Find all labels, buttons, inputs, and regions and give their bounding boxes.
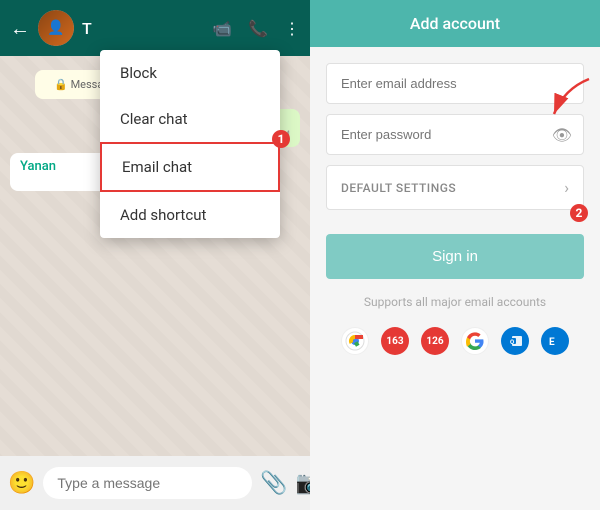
attachment-icon[interactable]: 📎 <box>260 471 287 496</box>
menu-item-clear-chat[interactable]: Clear chat <box>100 96 280 142</box>
settings-chevron-icon: › <box>564 178 569 197</box>
contact-name: T <box>82 19 204 38</box>
show-password-icon[interactable]: 👁 <box>552 125 572 144</box>
password-input[interactable] <box>326 114 584 155</box>
add-account-title: Add account <box>410 14 500 33</box>
chat-panel: ← 👤 T 📹 📞 ⋮ Block Clear chat Email chat … <box>0 0 310 510</box>
emoji-icon[interactable]: 🙂 <box>8 471 35 496</box>
settings-label: DEFAULT SETTINGS <box>341 181 456 195</box>
sign-in-button[interactable]: Sign in <box>326 234 584 279</box>
provider-163-icon: 163 <box>381 327 409 355</box>
menu-item-email-chat[interactable]: Email chat <box>100 142 280 192</box>
password-wrapper: 👁 <box>326 114 584 155</box>
header-icons: 📹 📞 ⋮ <box>212 19 300 38</box>
provider-chrome-icon <box>341 327 369 355</box>
default-settings-row[interactable]: DEFAULT SETTINGS › <box>326 165 584 210</box>
more-icon[interactable]: ⋮ <box>284 19 300 38</box>
video-call-icon[interactable]: 📹 <box>212 19 232 38</box>
message-input[interactable] <box>43 467 252 499</box>
chat-bottom-bar: 🙂 📎 📷 🎤 <box>0 456 310 510</box>
svg-text:O: O <box>510 339 514 346</box>
provider-outlook-icon: O <box>501 327 529 355</box>
call-icon[interactable]: 📞 <box>248 19 268 38</box>
svg-text:E: E <box>549 337 555 348</box>
provider-google-icon <box>461 327 489 355</box>
right-content: 👁 DEFAULT SETTINGS › 2 Sign in Supports … <box>310 47 600 510</box>
context-menu: Block Clear chat Email chat Add shortcut <box>100 50 280 238</box>
back-button[interactable]: ← <box>10 16 30 41</box>
provider-exchange-icon: E <box>541 327 569 355</box>
menu-item-block[interactable]: Block <box>100 50 280 96</box>
email-providers: 163 126 O <box>326 327 584 355</box>
menu-item-add-shortcut[interactable]: Add shortcut <box>100 192 280 238</box>
supports-text: Supports all major email accounts <box>326 295 584 309</box>
avatar: 👤 <box>38 10 74 46</box>
chat-header: ← 👤 T 📹 📞 ⋮ <box>0 0 310 56</box>
camera-icon[interactable]: 📷 <box>296 471 310 496</box>
add-account-panel: Add account 👁 DEFAULT SETTINGS › 2 <box>310 0 600 510</box>
email-input[interactable] <box>326 63 584 104</box>
annotation-marker-1: 1 <box>272 130 290 148</box>
provider-126-icon: 126 <box>421 327 449 355</box>
annotation-marker-2: 2 <box>570 204 588 222</box>
add-account-header: Add account <box>310 0 600 47</box>
